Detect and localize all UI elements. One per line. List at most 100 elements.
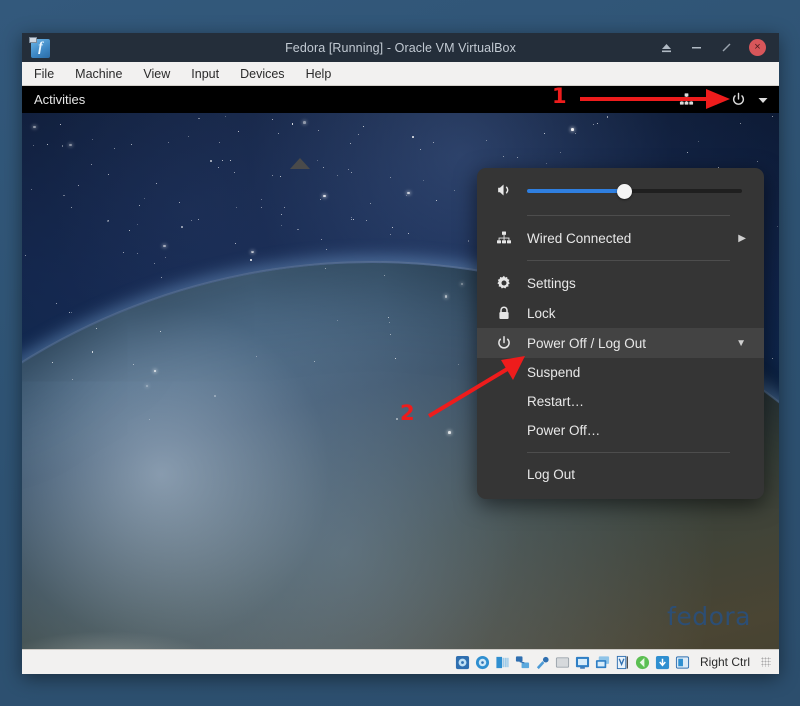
star: [517, 157, 518, 158]
system-tray[interactable]: [679, 92, 779, 107]
star: [154, 263, 155, 264]
menu-item-suspend[interactable]: Suspend: [477, 358, 764, 387]
annotation-number-1: 1: [552, 86, 567, 108]
star: [292, 123, 294, 125]
optical-disk-icon[interactable]: [475, 655, 490, 670]
hard-disk-icon[interactable]: [455, 655, 470, 670]
star: [222, 160, 223, 161]
usb-icon[interactable]: [535, 655, 550, 670]
star: [181, 226, 183, 228]
star: [560, 152, 561, 153]
power-icon: [495, 334, 513, 352]
menu-file[interactable]: File: [34, 67, 54, 81]
menu-item-label: Wired Connected: [527, 231, 724, 246]
menu-help[interactable]: Help: [306, 67, 332, 81]
star: [351, 219, 352, 220]
remote-display-icon[interactable]: [595, 655, 610, 670]
star: [317, 160, 318, 161]
menu-item-lock[interactable]: Lock: [477, 298, 764, 328]
close-icon[interactable]: ×: [749, 39, 766, 56]
network-wired-icon[interactable]: [679, 92, 694, 107]
network-wired-icon: [495, 229, 513, 247]
activities-button[interactable]: Activities: [22, 92, 85, 107]
star: [210, 160, 212, 162]
volume-slider-track[interactable]: [527, 189, 742, 193]
menu-item-label: Power Off / Log Out: [527, 336, 722, 351]
star: [31, 189, 32, 190]
star: [321, 239, 322, 240]
star: [230, 160, 231, 161]
menu-item-label: Power Off…: [527, 423, 746, 438]
shared-folder-icon[interactable]: [555, 655, 570, 670]
star: [165, 257, 166, 258]
host-key-icon[interactable]: [675, 655, 690, 670]
virtualbox-app-icon: f: [29, 37, 51, 59]
star: [687, 152, 688, 153]
star: [350, 143, 351, 144]
menu-item-restart[interactable]: Restart…: [477, 387, 764, 416]
menu-input[interactable]: Input: [191, 67, 219, 81]
floppy-icon[interactable]: [495, 655, 510, 670]
mouse-icon[interactable]: [635, 655, 650, 670]
eject-icon[interactable]: [659, 41, 673, 55]
star: [575, 133, 576, 134]
star: [272, 175, 273, 176]
menu-machine[interactable]: Machine: [75, 67, 122, 81]
fedora-wordmark: fedora: [667, 602, 751, 631]
star: [179, 202, 180, 203]
keyboard-icon[interactable]: [655, 655, 670, 670]
menu-item-wired-connected[interactable]: Wired Connected ▶: [477, 223, 764, 253]
host-key-label: Right Ctrl: [700, 655, 750, 669]
star: [256, 356, 257, 357]
window-titlebar: f Fedora [Running] - Oracle VM VirtualBo…: [22, 33, 779, 62]
star: [188, 136, 189, 137]
system-menu-pointer: [290, 158, 310, 169]
chevron-down-icon[interactable]: [757, 94, 769, 106]
star: [597, 123, 598, 124]
star: [47, 144, 48, 145]
star: [92, 139, 93, 140]
star: [91, 164, 92, 165]
menu-item-label: Settings: [527, 276, 746, 291]
star: [433, 142, 434, 143]
menu-item-label: Log Out: [527, 467, 746, 482]
menu-item-log-out[interactable]: Log Out: [477, 460, 764, 489]
volume-slider-row[interactable]: [477, 174, 764, 208]
menu-item-power-off[interactable]: Power Off…: [477, 416, 764, 445]
menu-devices[interactable]: Devices: [240, 67, 284, 81]
volume-slider-knob[interactable]: [617, 184, 632, 199]
star: [250, 259, 252, 261]
star: [33, 145, 34, 146]
star: [318, 130, 319, 131]
star: [281, 225, 282, 226]
application-menubar: File Machine View Input Devices Help: [22, 62, 779, 86]
star: [412, 136, 414, 138]
volume-icon[interactable]: [495, 181, 513, 202]
star: [219, 142, 220, 143]
star: [370, 203, 371, 204]
menu-view[interactable]: View: [143, 67, 170, 81]
star: [392, 227, 393, 228]
menu-item-power-off-log-out[interactable]: Power Off / Log Out ▼: [477, 328, 764, 358]
star: [261, 199, 262, 200]
menu-item-settings[interactable]: Settings: [477, 268, 764, 298]
recording-icon[interactable]: [615, 655, 630, 670]
star: [144, 198, 145, 199]
star: [740, 123, 741, 124]
power-icon[interactable]: [731, 92, 746, 107]
star: [63, 195, 65, 197]
volume-icon[interactable]: [705, 92, 720, 107]
annotation-number-2: 2: [400, 401, 415, 425]
display-icon[interactable]: [575, 655, 590, 670]
star: [71, 207, 72, 208]
star: [454, 190, 455, 191]
star: [571, 128, 574, 131]
star: [191, 220, 192, 221]
star: [353, 219, 354, 220]
virtualbox-statusbar: Right Ctrl: [22, 649, 779, 674]
network-icon[interactable]: [515, 655, 530, 670]
star: [129, 230, 130, 231]
resize-grip[interactable]: [761, 657, 771, 667]
minimize-icon[interactable]: [689, 41, 703, 55]
maximize-icon[interactable]: [719, 41, 733, 55]
